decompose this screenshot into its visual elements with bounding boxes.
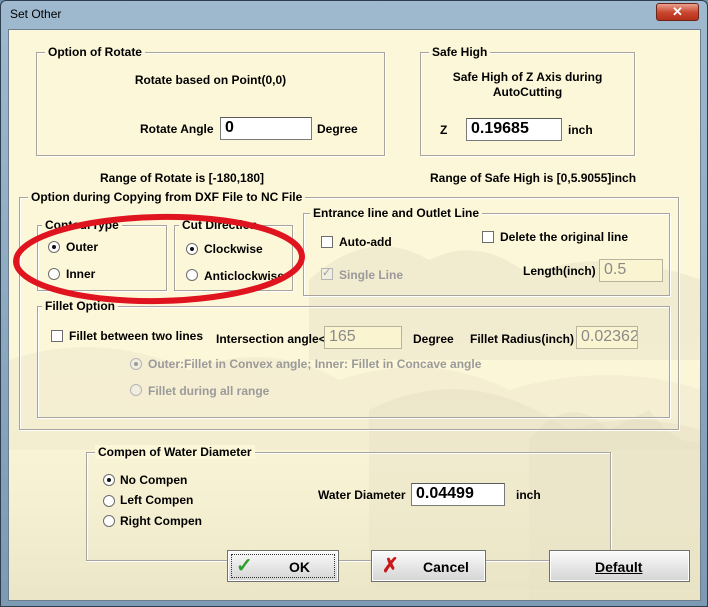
cut-clockwise-label[interactable]: Clockwise — [204, 242, 263, 256]
close-button[interactable]: ✕ — [656, 3, 699, 21]
cancel-button-label: Cancel — [423, 559, 469, 575]
contour-type-group: ContourType — [37, 218, 167, 291]
fillet-all-range-label[interactable]: Fillet during all range — [148, 384, 269, 398]
default-button-label: Default — [595, 559, 643, 575]
safe-high-z-input[interactable]: 0.19685 — [466, 118, 562, 141]
cut-anticlockwise-radio[interactable] — [186, 269, 198, 281]
rotate-group-legend: Option of Rotate — [45, 45, 145, 59]
contour-inner-radio[interactable] — [48, 268, 60, 280]
fillet-radius-label: Fillet Radius(inch) — [470, 332, 575, 346]
dialog-client-area: Option of Rotate Rotate based on Point(0… — [8, 29, 701, 601]
entrance-line-group: Entrance line and Outlet Line — [303, 206, 670, 296]
auto-add-label[interactable]: Auto-add — [339, 235, 392, 249]
safe-high-z-label: Z — [440, 123, 448, 137]
left-compen-radio[interactable] — [103, 495, 115, 507]
safe-high-description-line2: AutoCutting — [492, 85, 563, 99]
left-compen-label[interactable]: Left Compen — [120, 493, 193, 507]
water-diameter-input[interactable]: 0.04499 — [411, 483, 505, 506]
title-bar[interactable]: Set Other ✕ — [1, 1, 707, 29]
rotate-range-text: Range of Rotate is [-180,180] — [100, 171, 265, 185]
single-line-label[interactable]: Single Line — [339, 268, 403, 282]
ok-button[interactable]: ✓ OK — [227, 550, 339, 582]
rotate-angle-unit: Degree — [317, 122, 358, 136]
focus-rectangle — [231, 554, 335, 578]
intersection-angle-label: Intersection angle< — [216, 332, 326, 346]
fillet-outer-inner-label[interactable]: Outer:Fillet in Convex angle; Inner: Fil… — [148, 357, 481, 371]
delete-original-label[interactable]: Delete the original line — [500, 230, 628, 244]
safe-high-description-line1: Safe High of Z Axis during — [452, 70, 603, 84]
right-compen-radio[interactable] — [103, 515, 115, 527]
intersection-degree-label: Degree — [413, 332, 454, 346]
checkmark-icon: ✓ — [322, 267, 332, 279]
contour-outer-label[interactable]: Outer — [66, 240, 98, 254]
fillet-between-lines-label[interactable]: Fillet between two lines — [69, 329, 203, 343]
water-compen-legend: Compen of Water Diameter — [95, 445, 255, 459]
rotate-angle-label: Rotate Angle — [140, 122, 214, 136]
no-compen-label[interactable]: No Compen — [120, 473, 187, 487]
cut-anticlockwise-label[interactable]: Anticlockwise — [204, 269, 284, 283]
no-compen-radio[interactable] — [103, 474, 115, 486]
right-compen-label[interactable]: Right Compen — [120, 514, 202, 528]
window-title: Set Other — [10, 7, 62, 21]
rotate-angle-input[interactable]: 0 — [220, 117, 312, 140]
close-icon: ✕ — [672, 4, 683, 19]
rotate-description: Rotate based on Point(0,0) — [134, 73, 287, 87]
cut-direction-legend: Cut Direction — [179, 218, 261, 232]
copy-options-legend: Option during Copying from DXF File to N… — [28, 190, 306, 204]
delete-original-checkbox[interactable] — [482, 231, 494, 243]
safe-high-range-text: Range of Safe High is [0,5.9055]inch — [430, 171, 637, 185]
contour-type-legend: ContourType — [42, 218, 122, 232]
fillet-radius-input[interactable]: 0.02362 — [576, 326, 638, 349]
fillet-all-range-radio[interactable] — [130, 384, 142, 396]
fillet-option-legend: Fillet Option — [42, 299, 118, 313]
fillet-outer-inner-radio[interactable] — [130, 358, 142, 370]
rotate-group: Option of Rotate — [36, 45, 385, 156]
auto-add-checkbox[interactable] — [321, 236, 333, 248]
fillet-between-lines-checkbox[interactable] — [51, 330, 63, 342]
x-icon: ✗ — [382, 555, 399, 577]
contour-inner-label[interactable]: Inner — [66, 267, 95, 281]
intersection-angle-input[interactable]: 165 — [324, 326, 402, 349]
water-diameter-unit: inch — [516, 488, 541, 502]
length-label: Length(inch) — [523, 264, 596, 278]
single-line-checkbox[interactable]: ✓ — [321, 267, 333, 280]
default-button[interactable]: Default — [549, 550, 690, 582]
entrance-line-legend: Entrance line and Outlet Line — [310, 206, 483, 220]
cut-clockwise-radio[interactable] — [186, 243, 198, 255]
dialog-window: Set Other ✕ Option of Rotate Rotate base… — [0, 0, 708, 607]
safe-high-unit: inch — [568, 123, 593, 137]
contour-outer-radio[interactable] — [48, 241, 60, 253]
cancel-button[interactable]: ✗ Cancel — [371, 550, 486, 582]
water-diameter-label: Water Diameter — [318, 488, 406, 502]
length-input[interactable]: 0.5 — [599, 259, 663, 282]
safe-high-legend: Safe High — [429, 45, 491, 59]
